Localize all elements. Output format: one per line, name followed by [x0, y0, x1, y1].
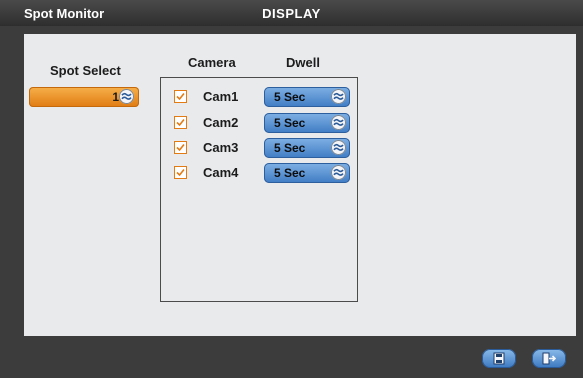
spot-select-spinner[interactable]: 1 — [29, 87, 139, 107]
camera-name: Cam2 — [203, 115, 239, 130]
dwell-column-header: Dwell — [286, 55, 320, 70]
spin-arrows-icon[interactable] — [331, 89, 346, 104]
save-button[interactable] — [482, 349, 516, 368]
dwell-spinner[interactable]: 5 Sec — [264, 113, 350, 133]
save-icon — [493, 352, 505, 365]
exit-icon — [542, 352, 557, 365]
dwell-value: 5 Sec — [274, 90, 306, 104]
camera-name: Cam3 — [203, 140, 239, 155]
spot-select-value: 1 — [112, 90, 119, 104]
spot-select-label: Spot Select — [50, 63, 121, 78]
dwell-value: 5 Sec — [274, 166, 306, 180]
camera-row: Cam2 5 Sec — [160, 112, 358, 134]
exit-button[interactable] — [532, 349, 566, 368]
dwell-value: 5 Sec — [274, 141, 306, 155]
title-bar: Spot Monitor DISPLAY — [0, 0, 583, 26]
camera-list-box — [160, 77, 358, 302]
camera-column-header: Camera — [188, 55, 236, 70]
camera-name: Cam1 — [203, 89, 239, 104]
spin-arrows-icon[interactable] — [119, 89, 134, 104]
spin-arrows-icon[interactable] — [331, 165, 346, 180]
spin-arrows-icon[interactable] — [331, 140, 346, 155]
dwell-spinner[interactable]: 5 Sec — [264, 138, 350, 158]
camera-checkbox[interactable] — [174, 116, 187, 129]
dwell-spinner[interactable]: 5 Sec — [264, 87, 350, 107]
camera-row: Cam1 5 Sec — [160, 86, 358, 108]
camera-checkbox[interactable] — [174, 166, 187, 179]
page-title: DISPLAY — [262, 6, 321, 21]
spin-arrows-icon[interactable] — [331, 115, 346, 130]
window-frame: Spot Monitor DISPLAY Spot Select 1 Camer… — [0, 0, 583, 378]
camera-row: Cam3 5 Sec — [160, 137, 358, 159]
camera-checkbox[interactable] — [174, 141, 187, 154]
dwell-value: 5 Sec — [274, 116, 306, 130]
camera-name: Cam4 — [203, 165, 239, 180]
camera-row: Cam4 5 Sec — [160, 162, 358, 184]
camera-checkbox[interactable] — [174, 90, 187, 103]
dwell-spinner[interactable]: 5 Sec — [264, 163, 350, 183]
